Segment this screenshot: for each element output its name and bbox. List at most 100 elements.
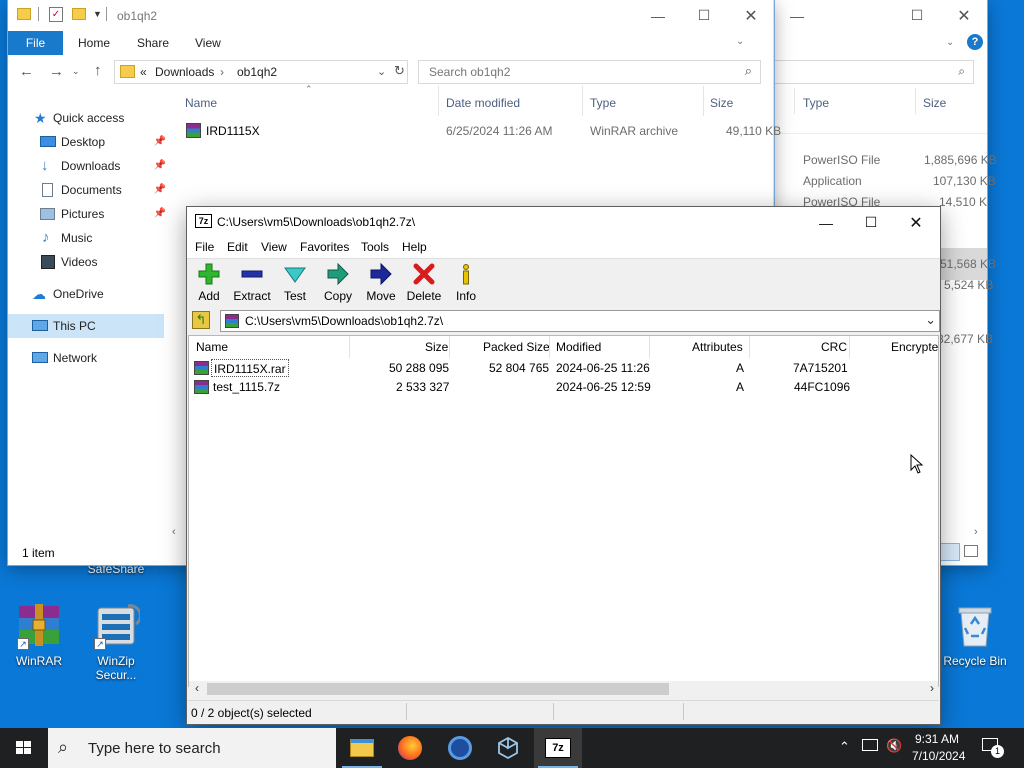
move-button[interactable]: Move	[359, 262, 403, 303]
column-header-size[interactable]: Size	[923, 96, 946, 110]
list-item[interactable]: Application 107,130 KB	[774, 173, 996, 193]
up-folder-icon[interactable]: ↰	[192, 311, 210, 329]
close-button[interactable]: ✕	[941, 0, 987, 31]
column-header-size[interactable]: Size	[710, 96, 733, 116]
address-bar[interactable]: « Downloads › ob1qh2 ⌄ ↻	[114, 60, 408, 84]
taskbar-file-explorer[interactable]	[338, 728, 386, 768]
notification-center-button[interactable]: 1	[980, 736, 1004, 760]
pin-icon[interactable]: 📌	[154, 154, 166, 178]
breadcrumb-overflow[interactable]: «	[140, 65, 147, 79]
network-tray-icon[interactable]	[862, 739, 878, 751]
nav-network[interactable]: Network	[8, 346, 168, 370]
properties-icon[interactable]: ✓	[49, 7, 63, 22]
search-input[interactable]: Search ob1qh2	[429, 65, 510, 79]
path-combobox[interactable]: C:\Users\vm5\Downloads\ob1qh2.7z\ ⌄	[220, 310, 940, 332]
scroll-right-arrow[interactable]: ›	[930, 681, 934, 695]
maximize-button[interactable]: ☐	[848, 207, 894, 238]
large-icons-view-icon[interactable]	[964, 545, 978, 557]
nav-music[interactable]: ♪ Music	[8, 226, 168, 250]
tab-home[interactable]: Home	[64, 31, 124, 55]
nav-this-pc[interactable]: This PC	[8, 314, 164, 338]
list-item[interactable]: 5,524 KB	[939, 276, 993, 296]
search-box[interactable]: Search ob1qh2 ⌕	[418, 60, 761, 84]
recent-locations-icon[interactable]: ⌄	[72, 66, 80, 77]
taskbar-virtualbox[interactable]	[484, 728, 532, 768]
scroll-left-arrow[interactable]: ‹	[195, 681, 199, 695]
table-row[interactable]: test_1115.7z 2 533 327 2024-06-25 12:59 …	[189, 378, 940, 396]
breadcrumb-ob1qh2[interactable]: ob1qh2	[237, 65, 277, 79]
start-button[interactable]	[0, 728, 48, 768]
search-box[interactable]: ⌕	[774, 60, 974, 84]
nav-desktop[interactable]: Desktop 📌	[8, 130, 168, 154]
minimize-button[interactable]: —	[635, 0, 681, 31]
column-header-modified[interactable]: Modified	[556, 336, 601, 358]
nav-quick-access[interactable]: ★ Quick access	[8, 106, 168, 130]
taskbar-search-box[interactable]: ⌕ Type here to search	[48, 728, 336, 768]
column-header-date[interactable]: Date modified	[446, 96, 520, 116]
title-bar[interactable]: 7z C:\Users\vm5\Downloads\ob1qh2.7z\ — ☐…	[187, 207, 940, 238]
info-button[interactable]: Info	[444, 263, 488, 303]
clock-date[interactable]: 7/10/2024	[912, 749, 965, 763]
nav-downloads[interactable]: ↓ Downloads 📌	[8, 154, 168, 178]
taskbar-7zip[interactable]: 7z	[534, 728, 582, 768]
path-dropdown-icon[interactable]: ⌄	[925, 312, 936, 328]
menu-edit[interactable]: Edit	[227, 240, 248, 254]
column-header-type[interactable]: Type	[590, 96, 616, 116]
close-button[interactable]: ✕	[893, 207, 939, 238]
tab-file[interactable]: File	[8, 31, 63, 55]
test-button[interactable]: Test	[273, 263, 317, 303]
address-dropdown-icon[interactable]: ⌄	[377, 65, 386, 78]
forward-arrow-icon[interactable]: →	[49, 63, 64, 80]
desktop-icon-winzip[interactable]: ↗ WinZip Secur...	[78, 602, 154, 682]
menu-help[interactable]: Help	[402, 240, 427, 254]
help-icon[interactable]: ?	[967, 34, 983, 50]
7zip-window[interactable]: 7z C:\Users\vm5\Downloads\ob1qh2.7z\ — ☐…	[187, 207, 940, 724]
maximize-button[interactable]: ☐	[681, 0, 727, 31]
extract-button[interactable]: Extract	[230, 263, 274, 303]
nav-videos[interactable]: Videos	[8, 250, 168, 274]
maximize-button[interactable]: ☐	[894, 0, 940, 31]
delete-button[interactable]: Delete	[402, 263, 446, 303]
list-item[interactable]: PowerISO File 1,885,696 KB	[774, 152, 997, 172]
close-button[interactable]: ✕	[728, 0, 774, 31]
volume-muted-icon[interactable]: 🔇	[886, 738, 902, 754]
list-item[interactable]: 82,677 KB	[937, 329, 993, 349]
column-header-size[interactable]: Size	[425, 336, 448, 358]
minimize-button[interactable]: —	[803, 207, 849, 238]
pin-icon[interactable]: 📌	[154, 202, 166, 226]
list-item[interactable]: PowerISO File 14,510 KB	[774, 194, 987, 207]
menu-tools[interactable]: Tools	[361, 240, 389, 254]
back-arrow-icon[interactable]: ←	[19, 63, 34, 80]
taskbar-firefox[interactable]	[386, 728, 434, 768]
column-header-encrypted[interactable]: Encrypte	[891, 336, 938, 358]
horizontal-scrollbar[interactable]: ‹ ›	[189, 681, 938, 697]
scroll-left-arrow[interactable]: ‹	[172, 526, 176, 538]
refresh-icon[interactable]: ↻	[394, 63, 405, 79]
breadcrumb-downloads[interactable]: Downloads	[155, 65, 214, 79]
ribbon-expand-icon[interactable]: ⌄	[946, 37, 954, 48]
new-folder-icon[interactable]	[72, 8, 86, 20]
customize-quick-access-icon[interactable]: ▼	[93, 9, 102, 19]
column-header-crc[interactable]: CRC	[821, 336, 847, 358]
clock-time[interactable]: 9:31 AM	[915, 732, 959, 746]
column-header-name[interactable]: Name	[196, 336, 228, 358]
add-button[interactable]: Add	[187, 263, 231, 303]
minimize-button[interactable]: —	[774, 0, 820, 31]
nav-documents[interactable]: Documents 📌	[8, 178, 168, 202]
copy-button[interactable]: Copy	[316, 262, 360, 303]
scroll-right-arrow[interactable]: ›	[974, 526, 978, 538]
menu-file[interactable]: File	[195, 240, 214, 254]
desktop-icon-winrar[interactable]: ↗ WinRAR	[1, 602, 77, 668]
details-view-icon[interactable]	[940, 543, 960, 561]
ribbon-expand-icon[interactable]: ⌄	[736, 36, 744, 47]
column-header-name[interactable]: Name	[185, 96, 217, 116]
show-hidden-icons-chevron[interactable]: ⌃	[839, 739, 850, 755]
nav-pictures[interactable]: Pictures 📌	[8, 202, 168, 226]
pin-icon[interactable]: 📌	[154, 130, 166, 154]
menu-view[interactable]: View	[261, 240, 287, 254]
pin-icon[interactable]: 📌	[154, 178, 166, 202]
file-list[interactable]: Name Size Packed Size Modified Attribute…	[188, 335, 939, 687]
nav-onedrive[interactable]: ☁ OneDrive	[8, 282, 168, 306]
tab-share[interactable]: Share	[123, 31, 183, 55]
desktop-icon-recycle-bin[interactable]: Recycle Bin	[937, 602, 1013, 668]
